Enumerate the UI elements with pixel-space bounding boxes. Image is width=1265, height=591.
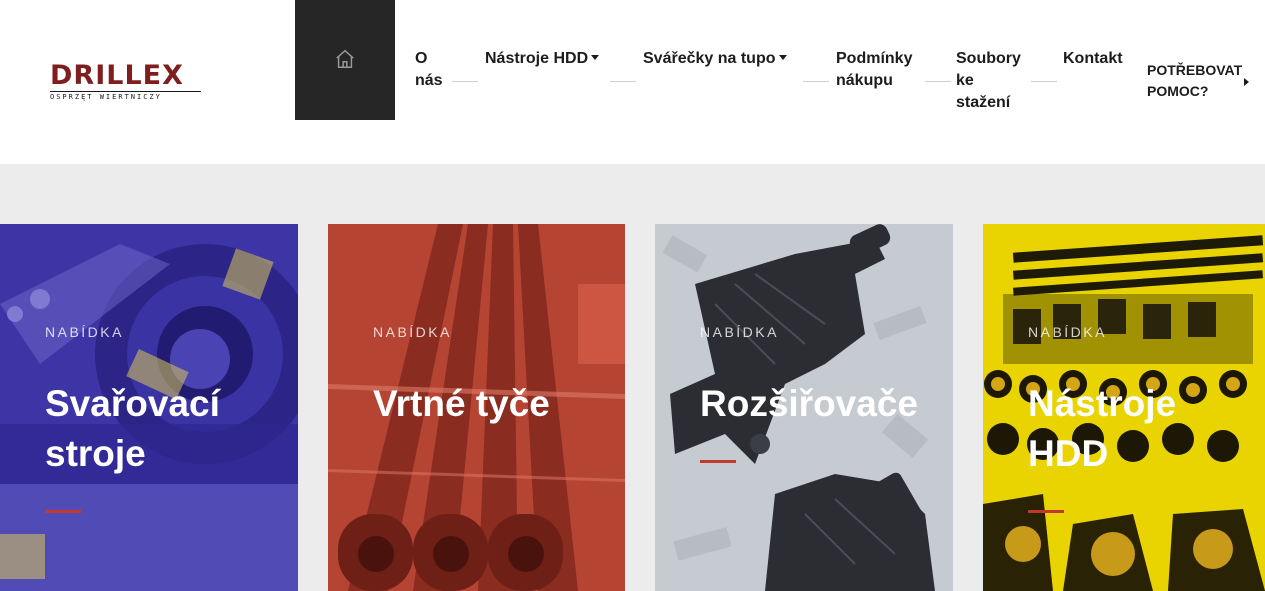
nav-item-svarecky[interactable]: Svářečky na tupo	[643, 48, 787, 70]
help-link[interactable]: POTŘEBOVAT POMOC?	[1147, 60, 1242, 102]
card-rozsirovace[interactable]: NABÍDKA Rozšiřovače	[655, 224, 953, 591]
nav-separator	[803, 81, 829, 82]
card-title-line: Rozšiřovače	[700, 383, 918, 424]
card-eyebrow: NABÍDKA	[700, 324, 779, 340]
nav-label: nákupu	[836, 72, 893, 89]
card-title: Rozšiřovače	[700, 379, 950, 429]
caret-down-icon	[591, 54, 600, 60]
help-label: POMOC?	[1147, 83, 1209, 99]
card-title-line: stroje	[45, 433, 146, 474]
nav-item-podminky-nakupu[interactable]: Podmínky nákupu	[836, 48, 912, 92]
card-title-line: HDD	[1028, 433, 1109, 474]
card-accent-rule	[700, 460, 736, 463]
nav-separator	[610, 81, 636, 82]
card-nastroje-hdd[interactable]: NABÍDKA Nástroje HDD	[983, 224, 1265, 591]
card-title: Vrtné tyče	[373, 379, 623, 429]
card-accent-rule	[45, 510, 81, 513]
home-icon	[336, 49, 354, 68]
card-eyebrow: NABÍDKA	[45, 324, 124, 340]
nav-label: ke	[956, 72, 974, 89]
nav-item-soubory[interactable]: Soubory ke stažení	[956, 48, 1021, 114]
nav-separator	[925, 81, 951, 82]
logo-tagline: OSPRZĘT WIERTNICZY	[50, 91, 201, 101]
nav-item-o-nas[interactable]: O nás	[415, 48, 443, 92]
card-svarovaci-stroje[interactable]: NABÍDKA Svařovací stroje	[0, 224, 298, 591]
caret-down-icon	[778, 54, 787, 60]
nav-label: stažení	[956, 94, 1011, 111]
nav-label: Kontakt	[1063, 50, 1123, 67]
home-button[interactable]	[295, 0, 395, 120]
card-title: Nástroje HDD	[1028, 379, 1265, 479]
card-vrtne-tyce[interactable]: NABÍDKA Vrtné tyče	[328, 224, 625, 591]
card-title-line: Vrtné tyče	[373, 383, 550, 424]
nav-label: Nástroje HDD	[485, 50, 589, 67]
card-eyebrow: NABÍDKA	[373, 324, 452, 340]
chevron-right-icon[interactable]	[1240, 76, 1252, 88]
logo-wordmark: DRILLEX	[50, 60, 184, 91]
nav-separator	[452, 81, 478, 82]
card-eyebrow: NABÍDKA	[1028, 324, 1107, 340]
nav-label: O	[415, 50, 428, 67]
card-title: Svařovací stroje	[45, 379, 295, 479]
help-label: POTŘEBOVAT	[1147, 62, 1243, 78]
nav-label: Svářečky na tupo	[643, 50, 776, 67]
nav-separator	[1031, 81, 1057, 82]
nav-item-kontakt[interactable]: Kontakt	[1063, 48, 1123, 70]
nav-label: nás	[415, 72, 443, 89]
card-title-line: Nástroje	[1028, 383, 1177, 424]
nav-label: Podmínky	[836, 50, 913, 67]
card-accent-rule	[1028, 510, 1064, 513]
site-header: DRILLEX OSPRZĘT WIERTNICZY O nás Nástroj…	[0, 0, 1265, 164]
nav-item-nastroje-hdd[interactable]: Nástroje HDD	[485, 48, 600, 70]
drillex-logo[interactable]: DRILLEX OSPRZĘT WIERTNICZY	[50, 60, 202, 101]
nav-label: Soubory	[956, 50, 1021, 67]
card-title-line: Svařovací	[45, 383, 220, 424]
